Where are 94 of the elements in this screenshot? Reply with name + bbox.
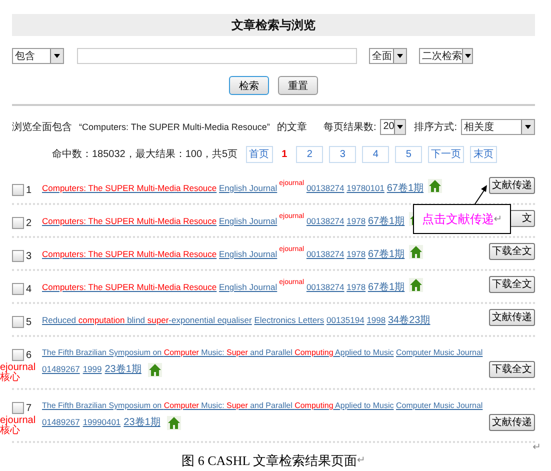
issn-link[interactable]: 00138274: [306, 216, 344, 226]
caret-icon: [396, 124, 404, 130]
journal-link[interactable]: Computer Music Journal: [396, 348, 483, 357]
summary-suffix: 的文章: [276, 120, 307, 134]
sort-label: 排序方式:: [414, 120, 457, 134]
checkbox[interactable]: [12, 283, 24, 295]
date-link[interactable]: 1978: [346, 216, 366, 226]
volume-link[interactable]: 67卷1期: [386, 183, 424, 194]
result-number: 3: [26, 250, 32, 262]
current-page[interactable]: 1: [278, 146, 290, 162]
action-button[interactable]: 文献传递: [489, 309, 535, 326]
result-number: 4: [26, 284, 32, 294]
checkbox[interactable]: [12, 250, 24, 262]
date-link[interactable]: 1978: [346, 282, 366, 292]
page-link[interactable]: 5: [395, 146, 422, 162]
article-title-link[interactable]: Computers: The SUPER Multi-Media Resouce: [42, 249, 217, 259]
summary-label: 浏览全面包含: [12, 120, 72, 134]
article-title-link[interactable]: Computers: The SUPER Multi-Media Resouce: [42, 216, 217, 226]
page-link[interactable]: 首页: [246, 146, 273, 162]
action-button[interactable]: 文献传递: [489, 414, 535, 431]
result-number: 1: [26, 184, 32, 196]
action-button[interactable]: 下载全文: [489, 276, 535, 293]
volume-link[interactable]: 23卷1期: [124, 414, 160, 431]
volume-link[interactable]: 23卷1期: [104, 361, 142, 378]
article-title-link[interactable]: The Fifth Brazilian Symposium on Computer Music: Super and Parallel Computing Applied to Music: [42, 401, 394, 410]
sort-dropdown[interactable]: 相关度: [461, 118, 535, 134]
volume-link[interactable]: 67卷1期: [368, 282, 405, 293]
action-button[interactable]: 下载全文: [489, 243, 535, 260]
paragraph-mark: ↵: [494, 214, 502, 224]
search-field[interactable]: [77, 48, 357, 64]
journal-link[interactable]: English Journal: [219, 183, 278, 193]
volume-link[interactable]: 67卷1期: [368, 249, 405, 260]
journal-link[interactable]: English Journal: [219, 249, 278, 259]
result-stats: 命中数：185032，最大结果：100，共5页: [52, 148, 238, 161]
caret-icon: [524, 124, 532, 130]
checkbox[interactable]: [12, 217, 24, 229]
journal-link[interactable]: Electronics Letters: [254, 315, 324, 325]
callout-text: 点击文献传递: [422, 210, 494, 228]
match-dropdown[interactable]: 包含: [12, 48, 64, 64]
date-link[interactable]: 1999: [82, 361, 102, 378]
article-title-link[interactable]: Computers: The SUPER Multi-Media Resouce: [42, 282, 217, 292]
issn-link[interactable]: 00138274: [306, 282, 344, 292]
action-button[interactable]: 文献传递: [489, 177, 535, 194]
journal-tag: ejournal 核心: [0, 363, 42, 383]
journal-tag: ejournal: [279, 180, 304, 187]
issn-link[interactable]: 00138274: [306, 249, 344, 259]
journal-link[interactable]: English Journal: [219, 216, 278, 226]
issn-link[interactable]: 01489267: [42, 414, 80, 431]
date-link[interactable]: 1998: [366, 315, 386, 325]
date-link[interactable]: 1978: [346, 249, 366, 259]
issn-link[interactable]: 00135194: [326, 315, 364, 325]
date-link[interactable]: 19780101: [346, 183, 384, 193]
date-link[interactable]: 19990401: [82, 414, 121, 431]
volume-link[interactable]: 67卷1期: [368, 216, 405, 227]
caret-icon: [396, 53, 404, 59]
article-title-link[interactable]: Reduced computation blind super-exponential equaliser: [42, 315, 252, 325]
issn-link[interactable]: 01489267: [42, 361, 80, 378]
checkbox[interactable]: [12, 316, 24, 328]
query-text: “Computers: The SUPER Multi-Media Resouce”: [79, 122, 270, 132]
action-button[interactable]: 下载全文: [489, 361, 535, 378]
journal-link[interactable]: Computer Music Journal: [396, 401, 483, 410]
paragraph-mark: ↵: [357, 454, 366, 468]
search-button[interactable]: 检索: [229, 76, 269, 95]
caret-icon: [464, 53, 472, 59]
volume-link[interactable]: 34卷23期: [388, 315, 430, 326]
issn-link[interactable]: 00138274: [306, 183, 344, 193]
reset-button[interactable]: 重置: [278, 76, 318, 95]
journal-link[interactable]: English Journal: [219, 282, 278, 292]
checkbox[interactable]: [12, 349, 24, 361]
result-number: 2: [26, 218, 32, 228]
checkbox[interactable]: [12, 402, 24, 414]
per-page-dropdown[interactable]: 20: [380, 118, 406, 134]
journal-tag: ejournal: [279, 279, 304, 286]
journal-tag: ejournal: [279, 246, 304, 253]
page-link[interactable]: 末页: [470, 146, 498, 162]
checkbox[interactable]: [12, 184, 24, 196]
article-title-link[interactable]: Computers: The SUPER Multi-Media Resouce: [42, 183, 217, 193]
journal-tag: ejournal 核心: [0, 416, 42, 436]
paragraph-mark: ↵: [532, 443, 541, 453]
result-number: 6: [26, 350, 32, 360]
caret-icon: [53, 53, 61, 59]
figure-caption: 图 6 CASHL 文章检索结果页面: [182, 453, 357, 469]
journal-tag: ejournal: [279, 213, 304, 220]
page-title: 文章检索与浏览: [232, 16, 316, 34]
mode-dropdown[interactable]: 二次检索: [419, 48, 473, 64]
page-link[interactable]: 4: [362, 146, 390, 162]
per-page-label: 每页结果数:: [323, 120, 376, 134]
page-link[interactable]: 下一页: [428, 146, 464, 162]
page-link[interactable]: 2: [296, 146, 324, 162]
scope-dropdown[interactable]: 全面: [369, 48, 407, 64]
result-number: 7: [26, 402, 32, 414]
article-title-link[interactable]: The Fifth Brazilian Symposium on Computer Music: Super and Parallel Computing Applied to Music: [42, 348, 394, 357]
result-number: 5: [26, 316, 32, 328]
page-link[interactable]: 3: [329, 146, 356, 162]
